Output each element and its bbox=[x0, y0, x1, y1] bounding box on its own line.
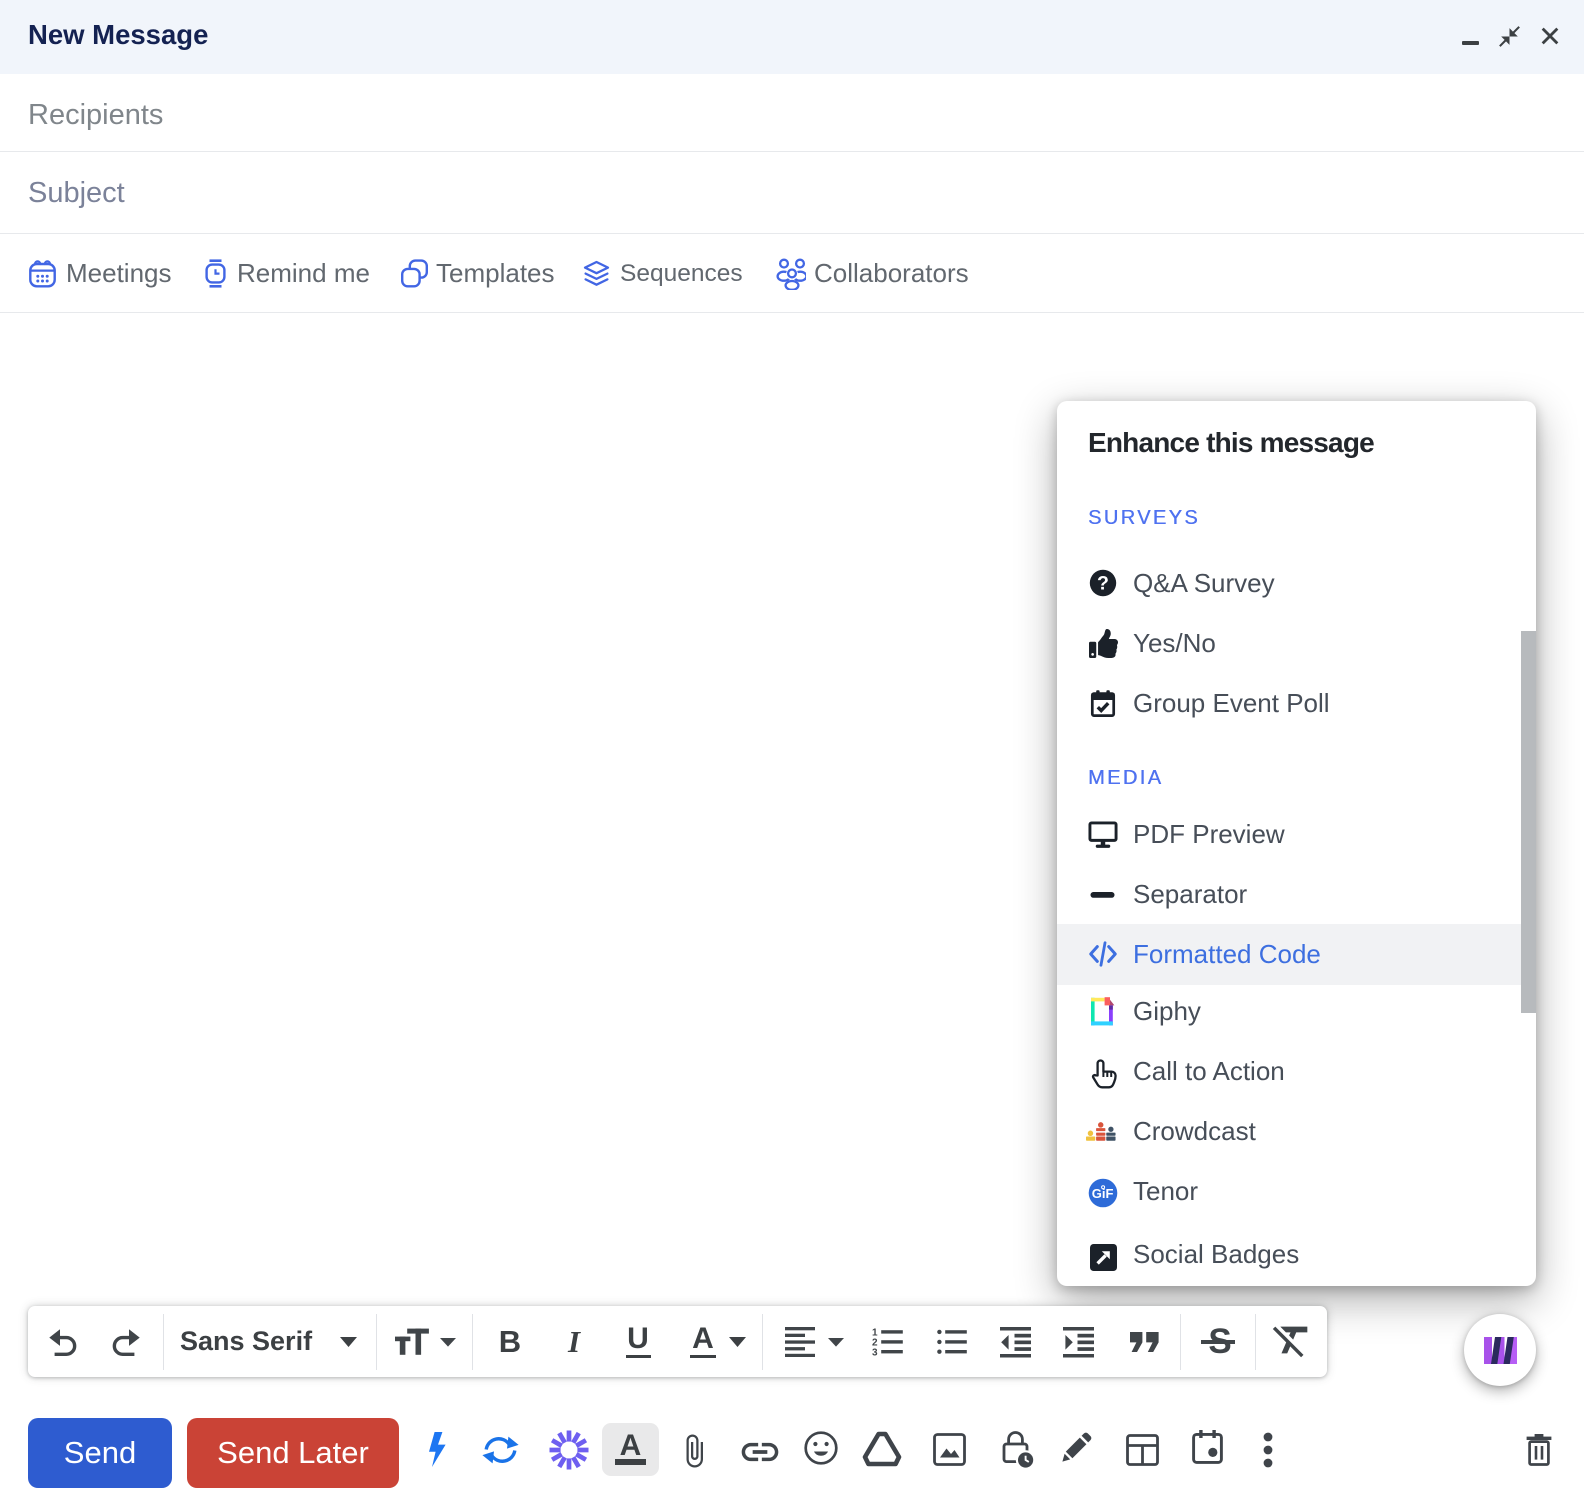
svg-text:?: ? bbox=[1097, 573, 1109, 595]
svg-text:3: 3 bbox=[872, 1347, 878, 1356]
